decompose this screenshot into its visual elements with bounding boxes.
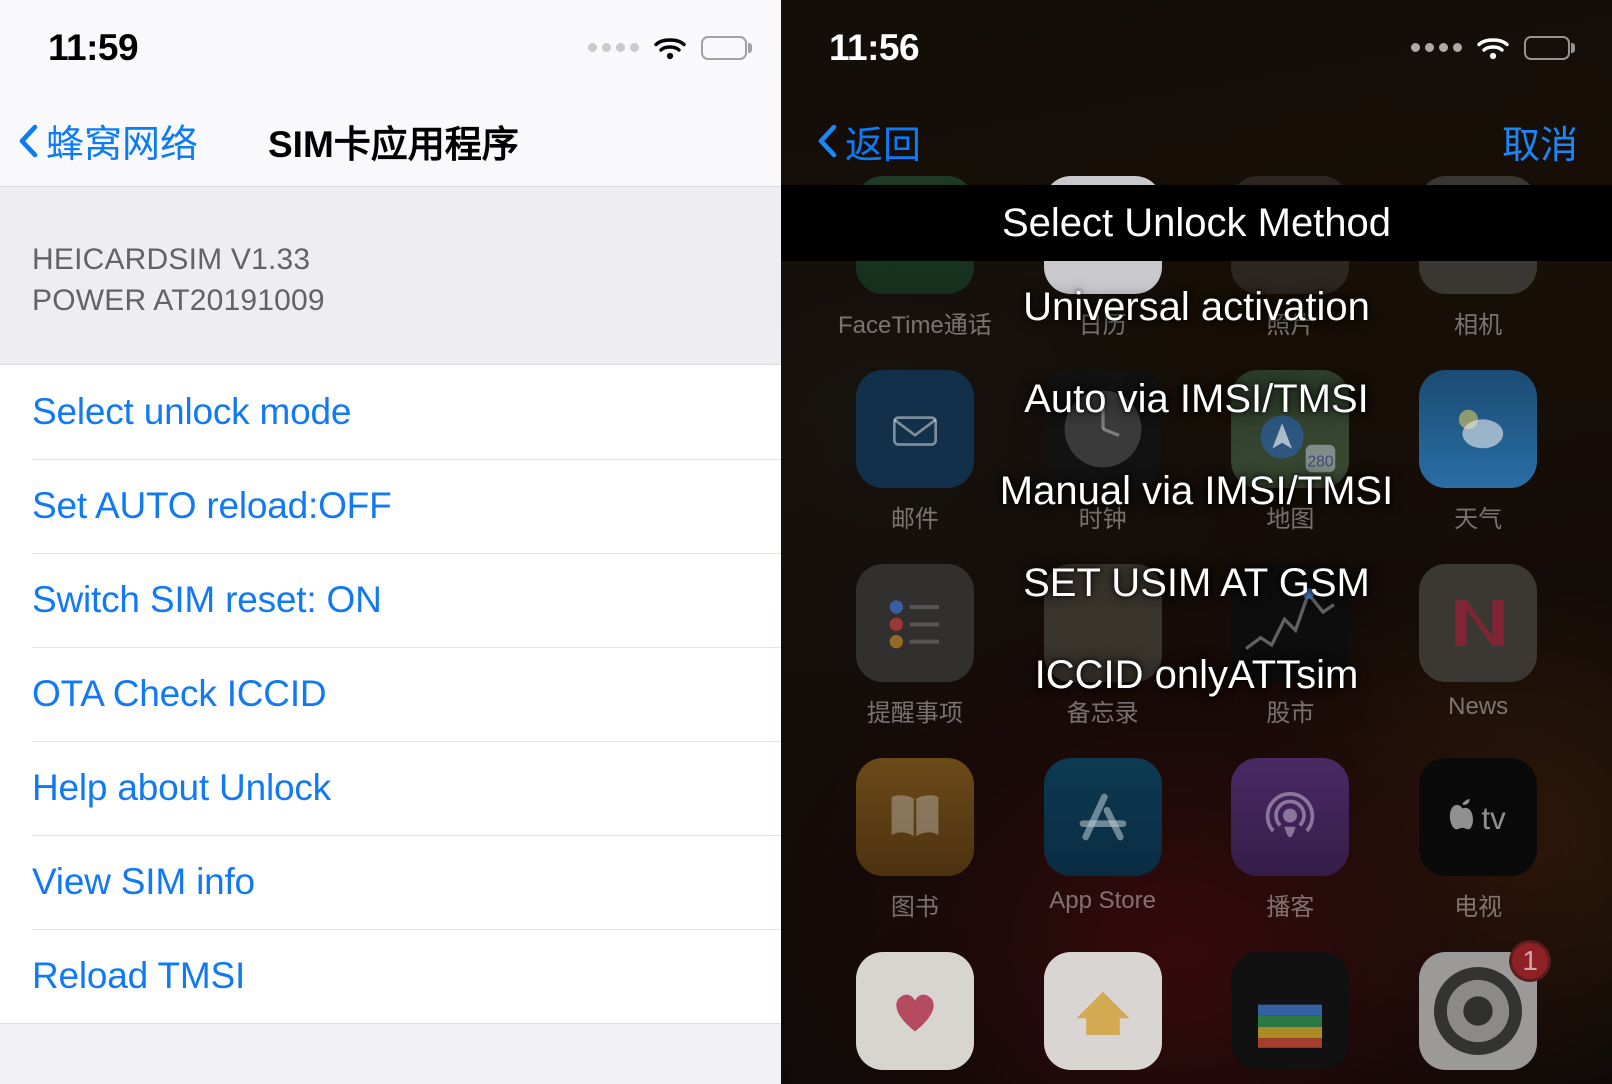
wallet-icon xyxy=(1231,952,1350,1070)
dialog-option-universal-activation[interactable]: Universal activation xyxy=(781,261,1612,353)
right-screenshot-unlock-method-dialog: FaceTime通话 星期四 日历 照片 相机 xyxy=(781,0,1612,1084)
wifi-icon xyxy=(1476,35,1510,61)
back-button-label: 蜂窝网络 xyxy=(46,124,199,166)
left-screenshot-sim-toolkit: 11:59 蜂窝网络 SIM卡应用程序 HEICARDSIM V1.33 POW… xyxy=(0,0,781,1084)
status-bar-indicators xyxy=(588,35,747,61)
app-app-store[interactable]: App Store xyxy=(1028,758,1178,922)
menu-item-label: OTA Check ICCID xyxy=(32,672,327,714)
signal-dots-icon xyxy=(1411,43,1462,52)
app-apple-tv[interactable]: tv 电视 xyxy=(1403,758,1553,922)
status-bar-time: 11:56 xyxy=(829,26,920,68)
battery-icon xyxy=(701,35,747,60)
dialog-option-list: Universal activation Auto via IMSI/TMSI … xyxy=(781,261,1612,721)
app-health[interactable] xyxy=(840,952,990,1081)
dual-screenshot-comparison: 11:59 蜂窝网络 SIM卡应用程序 HEICARDSIM V1.33 POW… xyxy=(0,0,1612,1084)
app-home[interactable] xyxy=(1028,952,1178,1081)
page-title: SIM卡应用程序 xyxy=(268,123,519,165)
app-store-icon xyxy=(1043,758,1162,876)
signal-dots-icon xyxy=(588,43,639,52)
chevron-left-icon xyxy=(18,124,38,158)
status-bar-right: 11:56 xyxy=(781,0,1612,95)
menu-item-switch-sim-reset[interactable]: Switch SIM reset: ON xyxy=(0,552,781,647)
battery-icon xyxy=(1524,35,1570,60)
menu-item-label: Help about Unlock xyxy=(32,766,331,808)
menu-item-reload-tmsi[interactable]: Reload TMSI xyxy=(0,928,781,1023)
app-label: 播客 xyxy=(1266,894,1315,921)
sim-power-line: POWER AT20191009 xyxy=(32,284,325,318)
dialog-option-manual-via-imsi-tmsi[interactable]: Manual via IMSI/TMSI xyxy=(781,445,1612,537)
back-button[interactable]: 返回 xyxy=(799,114,921,169)
sim-info-block: HEICARDSIM V1.33 POWER AT20191009 xyxy=(0,187,781,364)
books-icon xyxy=(855,758,974,876)
dialog-option-auto-via-imsi-tmsi[interactable]: Auto via IMSI/TMSI xyxy=(781,353,1612,445)
home-icon xyxy=(1043,952,1162,1070)
app-books[interactable]: 图书 xyxy=(840,758,990,922)
list-footer-spacer xyxy=(0,1022,781,1084)
app-settings[interactable]: 1 xyxy=(1403,940,1553,1081)
back-button-label: 返回 xyxy=(845,124,922,167)
status-bar-time: 11:59 xyxy=(48,26,139,68)
menu-item-help-about-unlock[interactable]: Help about Unlock xyxy=(0,740,781,835)
wifi-icon xyxy=(653,35,687,61)
app-wallet[interactable] xyxy=(1215,952,1365,1081)
status-bar-left: 11:59 xyxy=(0,0,781,95)
settings-badge: 1 xyxy=(1509,940,1552,982)
app-label: App Store xyxy=(1049,887,1156,914)
sim-toolkit-menu-list: Select unlock mode Set AUTO reload:OFF S… xyxy=(0,363,781,1023)
sim-version-line: HEICARDSIM V1.33 xyxy=(32,243,311,276)
dialog-option-set-usim-at-gsm[interactable]: SET USIM AT GSM xyxy=(781,537,1612,629)
health-icon xyxy=(855,952,974,1070)
menu-item-label: Reload TMSI xyxy=(32,954,246,996)
navigation-bar-right: 返回 取消 xyxy=(781,95,1612,187)
menu-item-label: View SIM info xyxy=(32,860,255,902)
menu-item-select-unlock-mode[interactable]: Select unlock mode xyxy=(0,365,781,459)
navigation-bar-left: 蜂窝网络 SIM卡应用程序 xyxy=(0,95,781,187)
select-unlock-method-dialog: Select Unlock Method Universal activatio… xyxy=(781,185,1612,721)
cancel-button[interactable]: 取消 xyxy=(1502,114,1578,169)
menu-item-ota-check-iccid[interactable]: OTA Check ICCID xyxy=(0,646,781,741)
app-label: 图书 xyxy=(890,894,939,921)
dialog-title: Select Unlock Method xyxy=(781,185,1612,261)
podcasts-icon xyxy=(1231,758,1350,876)
svg-text:tv: tv xyxy=(1482,801,1507,836)
menu-item-label: Select unlock mode xyxy=(32,390,352,432)
app-label: 电视 xyxy=(1454,894,1503,921)
chevron-left-icon xyxy=(817,124,837,158)
menu-item-label: Switch SIM reset: ON xyxy=(32,578,382,620)
back-button[interactable]: 蜂窝网络 xyxy=(0,113,198,168)
menu-item-view-sim-info[interactable]: View SIM info xyxy=(0,834,781,929)
apple-tv-icon: tv xyxy=(1419,758,1538,876)
app-podcasts[interactable]: 播客 xyxy=(1215,758,1365,922)
dialog-option-iccid-only-attsim[interactable]: ICCID onlyATTsim xyxy=(781,629,1612,721)
status-bar-indicators xyxy=(1411,35,1570,61)
menu-item-set-auto-reload[interactable]: Set AUTO reload:OFF xyxy=(0,458,781,553)
menu-item-label: Set AUTO reload:OFF xyxy=(32,484,392,526)
